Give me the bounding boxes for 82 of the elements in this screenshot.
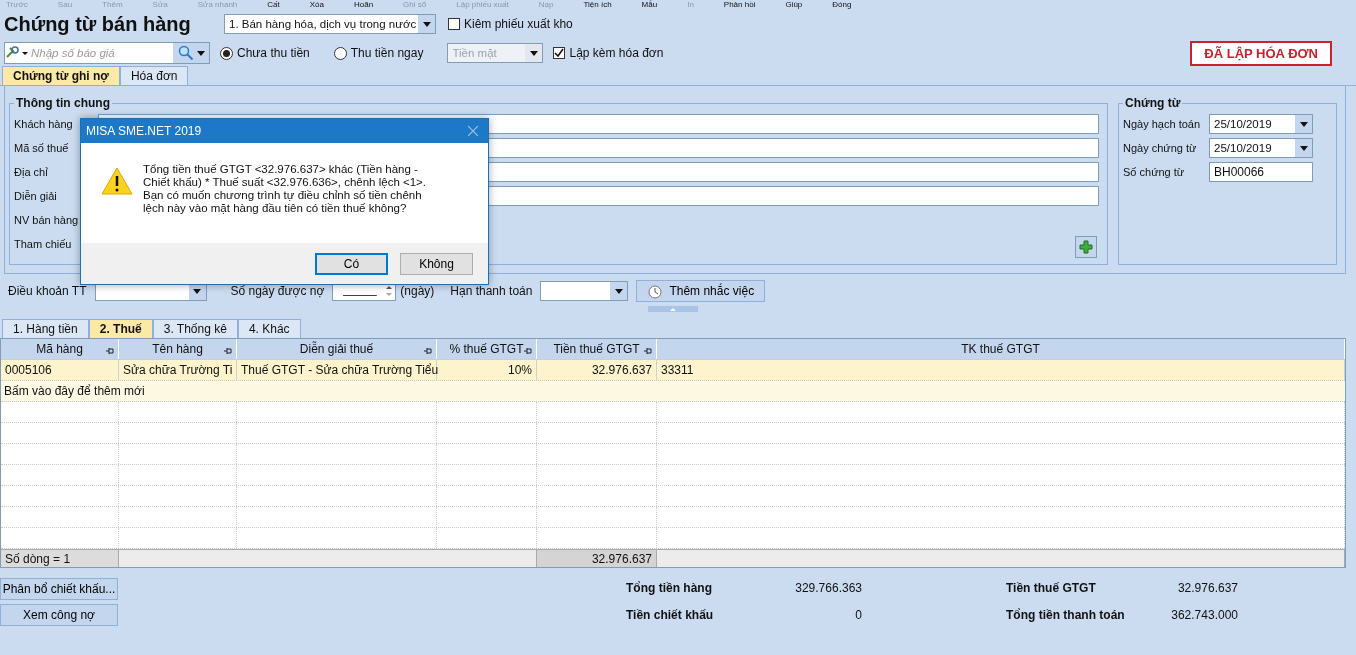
toolbar-button[interactable]: Xóa: [309, 0, 324, 9]
add-reminder-button[interactable]: Thêm nhắc việc: [636, 280, 766, 302]
action-button[interactable]: Xem công nợ: [0, 604, 118, 626]
table-cell: 10%: [437, 360, 537, 380]
plus-icon: [1079, 240, 1093, 254]
tab[interactable]: Hóa đơn: [119, 66, 189, 85]
toolbar-button[interactable]: Tiện ích: [583, 0, 612, 9]
sale-type-dropdown[interactable]: 1. Bán hàng hóa, dịch vụ trong nước: [224, 14, 436, 34]
tab[interactable]: 1. Hàng tiền: [2, 319, 89, 338]
page-title: Chứng từ bán hàng: [4, 12, 192, 36]
dialog-title: MISA SME.NET 2019: [86, 124, 203, 138]
radio-label: Thu tiền ngay: [350, 46, 424, 60]
table-cell: 32.976.637: [537, 360, 657, 380]
field-label: Số ngày được nợ: [230, 284, 325, 298]
search-icon[interactable]: [177, 45, 194, 61]
field-label: Hạn thanh toán: [450, 284, 533, 298]
row-count: Số dòng = 1: [1, 550, 119, 567]
tab[interactable]: 3. Thống kê: [152, 319, 238, 338]
checkbox[interactable]: [553, 47, 566, 59]
caret-icon: [193, 288, 201, 294]
field-label: Tham chiếu: [14, 238, 73, 250]
toolbar-button[interactable]: Phản hồi: [723, 0, 756, 9]
dialog-button[interactable]: Có: [315, 252, 388, 275]
field-label: Ngày hạch toán: [1123, 118, 1202, 130]
caret-icon: [1299, 121, 1308, 127]
total-value: 362.743.000: [1170, 607, 1238, 624]
caret-icon: [529, 50, 538, 56]
input-field[interactable]: BH00066: [1209, 162, 1313, 182]
total-label: Tổng tiền hàng: [626, 581, 713, 597]
field-label: NV bán hàng: [14, 214, 80, 226]
field-label: Diễn giải: [14, 190, 58, 202]
radio-label: Chưa thu tiền: [237, 46, 310, 60]
radio-button[interactable]: [333, 46, 347, 60]
table-cell: Sửa chữa Trường Ti: [119, 360, 237, 380]
toolbar-button[interactable]: Hoãn: [354, 0, 374, 9]
caret-icon: [1299, 145, 1308, 151]
tab[interactable]: 4. Khác: [237, 319, 301, 338]
toolbar-button[interactable]: Cất: [267, 0, 280, 9]
total-label: Tiền thuế GTGT: [1006, 581, 1097, 597]
due-date-dropdown[interactable]: [540, 281, 629, 301]
toolbar-button[interactable]: Giúp: [785, 0, 803, 9]
total-label: Tổng tiền thanh toán: [1006, 607, 1126, 624]
clock-icon: [647, 283, 664, 299]
warning-icon: [101, 167, 133, 195]
collapse-handle[interactable]: [648, 306, 698, 312]
field-label: Địa chỉ: [14, 166, 49, 178]
checkbox[interactable]: [448, 18, 460, 30]
total-value: 329.766.363: [794, 581, 862, 597]
date-field[interactable]: 25/10/2019: [1209, 114, 1313, 134]
field-label: Số chứng từ: [1123, 166, 1186, 178]
table-cell: 0005106: [1, 360, 119, 380]
table-total: 32.976.637: [537, 550, 657, 567]
caret-icon: [614, 288, 623, 294]
table-cell: Thuế GTGT - Sửa chữa Trường Tiểu: [237, 360, 437, 380]
table-cell: 33311: [657, 360, 1345, 380]
unit-label: (ngày): [400, 284, 435, 298]
dialog-message: Tổng tiền thuế GTGT <32.976.637> khác (Tiền hàng - Chiết khấu) * Thuế suất <32.976.636>, chênh lệch <1>. Bạn có muốn chương trình tự điều chỉnh số tiền chênh lệch này vào mặt hàng đầu tiên có tiền thuế không?: [143, 163, 428, 216]
action-button[interactable]: Phân bổ chiết khấu...: [0, 578, 118, 600]
add-row-hint[interactable]: Bấm vào đây để thêm mới: [1, 384, 145, 398]
field-label: Ngày chứng từ: [1123, 142, 1198, 154]
invoice-status-stamp: ĐÃ LẬP HÓA ĐƠN: [1190, 40, 1332, 66]
total-value: 0: [854, 607, 862, 624]
total-value: 32.976.637: [1176, 581, 1238, 597]
field-label: Điều khoản TT: [8, 284, 87, 298]
add-button[interactable]: [1075, 236, 1097, 258]
caret-icon: [196, 50, 205, 56]
caret-icon: [422, 21, 431, 27]
tab[interactable]: 2. Thuế: [88, 319, 153, 338]
toolbar-button[interactable]: Đóng: [832, 0, 852, 9]
group-title: Chứng từ: [1124, 96, 1182, 110]
total-label: Tiền chiết khấu: [626, 607, 715, 624]
date-field[interactable]: 25/10/2019: [1209, 138, 1313, 158]
field-label: Khách hàng: [14, 118, 74, 130]
checkbox-label: Kiêm phiếu xuất kho: [464, 17, 573, 31]
checkbox-label: Lập kèm hóa đơn: [569, 46, 664, 60]
group-title: Thông tin chung: [15, 96, 111, 110]
toolbar-button[interactable]: Mẫu: [641, 0, 658, 9]
search-bar[interactable]: Nhập số báo giá: [4, 42, 210, 64]
dialog-button[interactable]: Không: [400, 252, 473, 275]
radio-button[interactable]: [220, 46, 233, 60]
tab[interactable]: Chứng từ ghi nợ: [2, 66, 120, 85]
field-label: Mã số thuế: [14, 142, 70, 154]
